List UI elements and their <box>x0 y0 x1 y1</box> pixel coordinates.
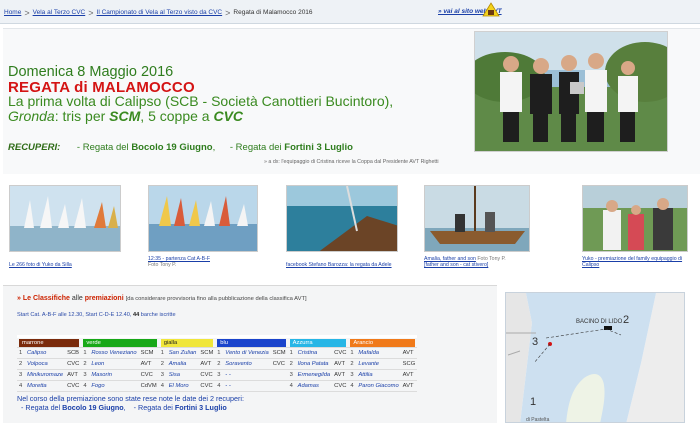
classifiche-title[interactable]: Le Classifiche <box>23 295 70 302</box>
event-date: Domenica 8 Maggio 2016 <box>8 64 174 80</box>
map-mark-3: 3 <box>532 336 538 348</box>
boat-gronda: Gronda <box>8 108 55 124</box>
breadcrumb-separator: > <box>24 7 30 18</box>
breadcrumb-bar: Home > Vela al Terzo CVC > Il Campionato… <box>0 0 700 24</box>
map-label-bacino: BACINO DI LIDO <box>576 319 623 325</box>
category-header: marrone <box>17 335 82 348</box>
sails-photo-image <box>10 186 120 251</box>
start-photo-image <box>149 186 257 251</box>
thumb-yuko-foto[interactable] <box>9 185 121 252</box>
race-map[interactable]: BACINO DI LIDO 2 3 1 di Pastelta <box>505 292 685 423</box>
table-row: 3 Minikuromaze AVT 3 Masorin CVC 3 Sisa CVC 3-… <box>17 369 418 381</box>
premiazioni-link[interactable]: premiazioni <box>85 295 124 302</box>
table-row: 4 Moretta CVC 4 Fogo CdVM 4 El Moro CVC 4- - 4… <box>17 380 418 392</box>
category-header: Azzurra <box>287 335 349 348</box>
classifiche-heading: » Le Classifiche alle premiazioni [da co… <box>17 295 307 302</box>
breadcrumb-separator: > <box>88 7 94 18</box>
recupero-bocolo: - Regata del Bocolo 19 Giugno, <box>76 142 216 153</box>
thumb-caption-5: Yuko - premiazione del family equipaggio… <box>582 256 683 268</box>
club-cvc: CVC <box>213 108 244 124</box>
breadcrumb: Home > Vela al Terzo CVC > Il Campionato… <box>4 7 313 18</box>
breadcrumb-separator: > <box>225 7 231 18</box>
classifiche-table: marrone verde gialla blu Azzurra Arancio… <box>17 335 418 392</box>
thumb-premiazione[interactable] <box>582 185 688 252</box>
recuperi-line: RECUPERI: - Regata del Bocolo 19 Giugno,… <box>8 142 353 153</box>
thumb-caption-2: 12:35 - partenza Cat A-B-F Foto Tony P. <box>148 256 210 268</box>
breadcrumb-vela-link[interactable]: Vela al Terzo CVC <box>33 9 86 16</box>
water-photo-image <box>287 186 397 251</box>
recuperi-note: Nel corso della premiazione sono state r… <box>17 394 244 412</box>
recupero-fortini: - Regata dei Fortini 3 Luglio <box>229 142 353 153</box>
thumb-partenza[interactable] <box>148 185 258 252</box>
thumb-barozza[interactable] <box>286 185 398 252</box>
thumb-caption-1: Le 266 foto di Yuko da Silla <box>9 262 72 268</box>
breadcrumb-home-link[interactable]: Home <box>4 9 21 16</box>
recuperi-label: RECUPERI: <box>8 142 61 153</box>
photo-caption: » a dx: l'equipaggio di Cristina riceve … <box>264 159 439 165</box>
event-subtitle-2: Gronda: tris per SCM, 5 coppe a CVC <box>8 108 244 124</box>
thumb-amalia[interactable] <box>424 185 530 252</box>
category-header: verde <box>81 335 159 348</box>
category-header: blu <box>215 335 288 348</box>
start-info: Start Cat. A-B-F alle 12.30, Start C-D-E… <box>17 312 176 318</box>
event-subtitle: La prima volta di Calipso (SCB - Società… <box>8 93 394 109</box>
boat-photo-image <box>425 186 529 251</box>
map-label-bottom: di Pastelta <box>526 417 550 423</box>
award-photo-image <box>475 32 667 151</box>
table-row: 1 Calipso SCB 1 Rosso Veneziano SCM 1 San Zul… <box>17 347 418 359</box>
map-mark-2: 2 <box>623 314 629 326</box>
category-header: Arancio <box>348 335 418 348</box>
thumb-caption-4: Amalia, father and son Foto Tony P. [fat… <box>424 256 506 268</box>
breadcrumb-current: Regata di Malamocco 2016 <box>233 9 313 16</box>
breadcrumb-campionato-link[interactable]: Il Campionato di Vela al Terzo visto da … <box>97 9 223 16</box>
map-mark-1: 1 <box>530 396 536 408</box>
hero-photo-award[interactable] <box>474 31 668 152</box>
thumb-caption-3: facebook Stefano Barozza: la regata da A… <box>286 262 392 268</box>
race-course-map-image: BACINO DI LIDO 2 3 1 di Pastelta <box>506 293 684 423</box>
ceremony-photo-image <box>583 186 687 251</box>
avt-logo-icon[interactable] <box>481 2 501 17</box>
category-header: gialla <box>158 335 216 348</box>
club-scm: SCM <box>109 108 141 124</box>
table-row: 2 Volpoca CVC 2 Leon AVT 2 Amalia AVT 2 Soraven… <box>17 358 418 370</box>
finish-marker-icon <box>604 326 612 330</box>
